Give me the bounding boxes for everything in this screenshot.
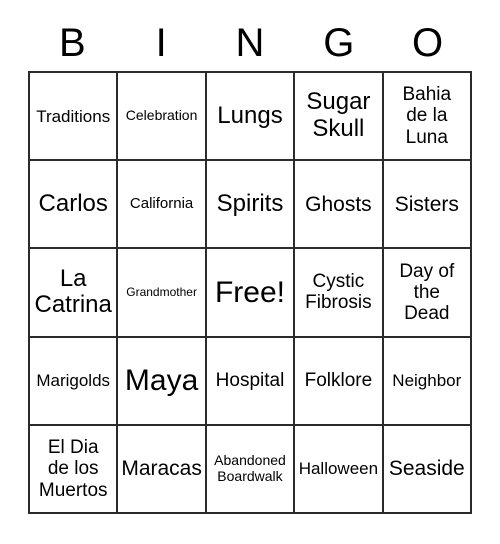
- bingo-cell[interactable]: Maracas: [118, 425, 207, 514]
- bingo-cell[interactable]: Maya: [118, 337, 207, 426]
- bingo-cell-label: Carlos: [38, 189, 108, 217]
- bingo-cell-label: Free!: [214, 275, 285, 309]
- header-letter-g: G: [323, 20, 355, 65]
- header-letter-o: O: [412, 20, 444, 65]
- bingo-cell-label: Spirits: [216, 189, 284, 217]
- bingo-cell[interactable]: Sugar Skull: [295, 73, 384, 162]
- bingo-cell-label: Marigolds: [36, 371, 111, 391]
- bingo-cell-label: California: [129, 194, 194, 212]
- bingo-cell[interactable]: Celebration: [118, 73, 207, 162]
- bingo-cell[interactable]: Cystic Fibrosis: [295, 249, 384, 338]
- bingo-cell-label: Cystic Fibrosis: [305, 271, 372, 314]
- bingo-cell[interactable]: Lungs: [206, 73, 296, 162]
- bingo-cell[interactable]: Seaside: [383, 425, 472, 514]
- header-letter-b: B: [59, 20, 86, 65]
- bingo-cell-label: Lungs: [217, 101, 283, 129]
- bingo-cell-label: Maya: [124, 363, 199, 397]
- bingo-cell-label: Grandmother: [126, 284, 197, 299]
- bingo-cell-label: Bahia de la Luna: [402, 84, 452, 148]
- bingo-cell[interactable]: Abandoned Boardwalk: [206, 425, 296, 514]
- bingo-cell-label: La Catrina: [34, 264, 112, 319]
- bingo-cell[interactable]: Neighbor: [383, 337, 472, 426]
- bingo-cell[interactable]: Bahia de la Luna: [383, 73, 472, 162]
- bingo-cell-label: Abandoned Boardwalk: [214, 452, 286, 484]
- bingo-cell[interactable]: California: [118, 161, 207, 250]
- bingo-cell-label: Day of the Dead: [399, 260, 455, 325]
- bingo-cell[interactable]: Folklore: [295, 337, 384, 426]
- bingo-cell-label: Hospital: [215, 370, 285, 392]
- bingo-cell[interactable]: Halloween: [295, 425, 384, 514]
- bingo-cell-label: Neighbor: [392, 371, 462, 391]
- bingo-cell[interactable]: Carlos: [30, 161, 119, 250]
- bingo-cell-label: Halloween: [298, 459, 379, 479]
- header-letter-n: N: [235, 20, 265, 65]
- bingo-cell-label: Ghosts: [305, 192, 372, 216]
- bingo-cell-label: Folklore: [304, 370, 373, 392]
- bingo-grid: Traditions Celebration Lungs Sugar Skull Bah…: [28, 71, 472, 514]
- bingo-cell-label: Maracas: [121, 457, 202, 481]
- bingo-header: B I N G O: [28, 14, 472, 71]
- bingo-cell[interactable]: Marigolds: [30, 337, 119, 426]
- header-letter-i: I: [155, 20, 167, 65]
- bingo-cell[interactable]: Hospital: [206, 337, 296, 426]
- bingo-cell[interactable]: La Catrina: [30, 249, 119, 338]
- bingo-cell[interactable]: El Dia de los Muertos: [30, 425, 119, 514]
- bingo-cell-label: Sugar Skull: [306, 88, 371, 143]
- bingo-cell-label: Sisters: [394, 192, 459, 216]
- bingo-cell[interactable]: Ghosts: [295, 161, 384, 250]
- bingo-cell-label: El Dia de los Muertos: [38, 436, 108, 501]
- bingo-cell[interactable]: Day of the Dead: [383, 249, 472, 338]
- bingo-cell-label: Seaside: [388, 457, 465, 481]
- bingo-cell[interactable]: Traditions: [30, 73, 119, 162]
- bingo-cell-label: Celebration: [125, 107, 198, 124]
- bingo-cell[interactable]: Grandmother: [118, 249, 207, 338]
- bingo-cell[interactable]: Free!: [206, 249, 296, 338]
- bingo-cell[interactable]: Spirits: [206, 161, 296, 250]
- bingo-card: B I N G O Traditions Celebration Lungs Suga…: [0, 0, 500, 544]
- bingo-cell[interactable]: Sisters: [383, 161, 472, 250]
- bingo-cell-label: Traditions: [36, 106, 111, 126]
